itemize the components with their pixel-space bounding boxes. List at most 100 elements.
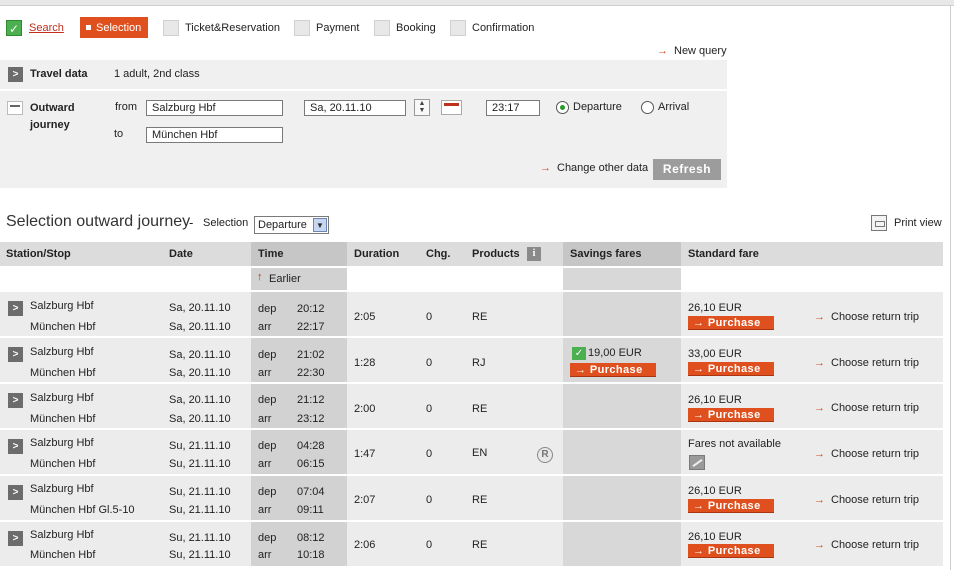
date-spinner-icon[interactable]: ▲ ▼ xyxy=(414,99,430,116)
step-ticket-reservation: Ticket&Reservation xyxy=(163,17,280,39)
refresh-button[interactable]: Refresh xyxy=(653,159,721,180)
to-station-input[interactable] xyxy=(146,127,283,143)
purchase-label: Purchase xyxy=(707,363,761,375)
purchase-button[interactable]: → Purchase xyxy=(688,362,774,376)
row-arr-date: Su, 21.11.10 xyxy=(169,549,231,561)
col-date: Date xyxy=(169,248,193,260)
step-box-icon xyxy=(450,20,466,36)
arrow-right-icon: → xyxy=(814,402,825,414)
chevron-right-icon[interactable]: > xyxy=(8,347,23,362)
chevron-right-icon[interactable]: > xyxy=(8,393,23,408)
new-query-link[interactable]: → New query xyxy=(657,45,727,57)
row-products: RJ xyxy=(472,357,486,369)
chevron-right-icon[interactable]: > xyxy=(8,67,23,82)
printer-icon[interactable] xyxy=(871,215,887,231)
col-changes: Chg. xyxy=(426,248,451,260)
arrow-right-icon: → xyxy=(814,448,825,460)
arrow-right-icon: → xyxy=(814,539,825,551)
journey-toggle-icon[interactable] xyxy=(7,101,23,115)
step-payment-label: Payment xyxy=(316,22,360,34)
choose-return-link[interactable]: → Choose return trip xyxy=(814,402,919,414)
row-to-station: München Hbf xyxy=(30,413,96,425)
chevron-right-icon[interactable]: > xyxy=(8,439,23,454)
row-arr-time: 23:12 xyxy=(297,413,325,425)
row-dep-label: dep xyxy=(258,349,277,361)
earlier-link[interactable]: ↑ Earlier xyxy=(251,268,347,290)
row-arr-time: 06:15 xyxy=(297,458,325,470)
row-dep-time: 04:28 xyxy=(297,440,325,452)
row-savings-fare: 19,00 EUR xyxy=(588,347,642,359)
selection-label: Selection xyxy=(203,217,249,229)
step-search-label[interactable]: Search xyxy=(29,22,64,34)
step-confirmation: Confirmation xyxy=(450,17,534,39)
savings-cell-bg xyxy=(563,522,681,566)
panel-divider xyxy=(0,89,727,91)
purchase-button[interactable]: → Purchase xyxy=(688,499,774,513)
arrival-radio[interactable] xyxy=(641,101,654,114)
chevron-right-icon[interactable]: > xyxy=(8,485,23,500)
departure-radio[interactable] xyxy=(556,101,569,114)
row-changes: 0 xyxy=(426,311,433,323)
row-to-station: München Hbf xyxy=(30,367,96,379)
choose-return-link[interactable]: → Choose return trip xyxy=(814,448,919,460)
choose-return-label: Choose return trip xyxy=(831,539,920,551)
step-search[interactable]: ✓ Search xyxy=(6,17,64,39)
checkmark-icon: ✓ xyxy=(6,20,22,36)
chevron-down-icon[interactable]: ▼ xyxy=(313,218,327,232)
row-duration: 2:07 xyxy=(354,494,376,506)
row-from-station: Salzburg Hbf xyxy=(30,529,94,541)
choose-return-link[interactable]: → Choose return trip xyxy=(814,539,919,551)
departure-radio-label[interactable]: Departure xyxy=(573,101,622,113)
info-icon[interactable]: i xyxy=(527,247,541,261)
row-from-station: Salzburg Hbf xyxy=(30,392,94,404)
choose-return-link[interactable]: → Choose return trip xyxy=(814,494,919,506)
step-confirmation-label: Confirmation xyxy=(472,22,535,34)
col-products: Products xyxy=(472,248,520,260)
from-station-input[interactable] xyxy=(146,100,283,116)
step-selection: Selection xyxy=(80,17,148,38)
outward-journey-label: Outward journey xyxy=(30,100,90,134)
arrow-right-icon: → xyxy=(575,364,590,376)
chevron-right-icon[interactable]: > xyxy=(8,301,23,316)
choose-return-link[interactable]: → Choose return trip xyxy=(814,311,919,323)
print-view-link[interactable]: Print view xyxy=(894,217,942,229)
purchase-button[interactable]: → Purchase xyxy=(688,316,774,330)
row-arr-time: 09:11 xyxy=(297,504,324,516)
change-other-data-link[interactable]: → Change other data xyxy=(540,162,648,174)
choose-return-link[interactable]: → Choose return trip xyxy=(814,357,919,369)
row-products: RE xyxy=(472,494,488,506)
arrow-right-icon: → xyxy=(693,409,708,421)
row-dep-date: Su, 21.11.10 xyxy=(169,486,231,498)
purchase-button[interactable]: → Purchase xyxy=(688,544,774,558)
arrow-right-icon: → xyxy=(693,363,708,375)
row-duration: 2:05 xyxy=(354,311,376,323)
row-dep-label: dep xyxy=(258,440,277,452)
browser-top-strip xyxy=(0,0,954,6)
chevron-right-icon[interactable]: > xyxy=(8,531,23,546)
table-row: > Salzburg Hbf München Hbf Gl.5-10 Su, 2… xyxy=(0,476,943,520)
choose-return-label: Choose return trip xyxy=(831,448,920,460)
selection-dropdown[interactable]: Departure ▼ xyxy=(254,216,329,234)
new-query-label: New query xyxy=(674,45,727,57)
calendar-icon[interactable] xyxy=(441,100,462,115)
row-dep-time: 21:02 xyxy=(297,349,325,361)
row-dep-label: dep xyxy=(258,303,277,315)
purchase-savings-button[interactable]: → Purchase xyxy=(570,363,656,377)
row-changes: 0 xyxy=(426,539,433,551)
row-changes: 0 xyxy=(426,494,433,506)
row-arr-label: arr xyxy=(258,549,272,561)
date-input[interactable] xyxy=(304,100,406,116)
choose-return-label: Choose return trip xyxy=(831,311,920,323)
row-dep-time: 21:12 xyxy=(297,394,325,406)
arrival-radio-label[interactable]: Arrival xyxy=(658,101,689,113)
row-dep-label: dep xyxy=(258,394,277,406)
savings-spacer xyxy=(563,268,681,290)
row-standard-fare: 33,00 EUR xyxy=(688,348,742,360)
purchase-button[interactable]: → Purchase xyxy=(688,408,774,422)
time-input[interactable] xyxy=(486,100,540,116)
row-from-station: Salzburg Hbf xyxy=(30,437,94,449)
purchase-label: Purchase xyxy=(707,409,761,421)
purchase-label: Purchase xyxy=(707,500,761,512)
savings-cell-bg xyxy=(563,384,681,428)
col-savings: Savings fares xyxy=(570,248,642,260)
